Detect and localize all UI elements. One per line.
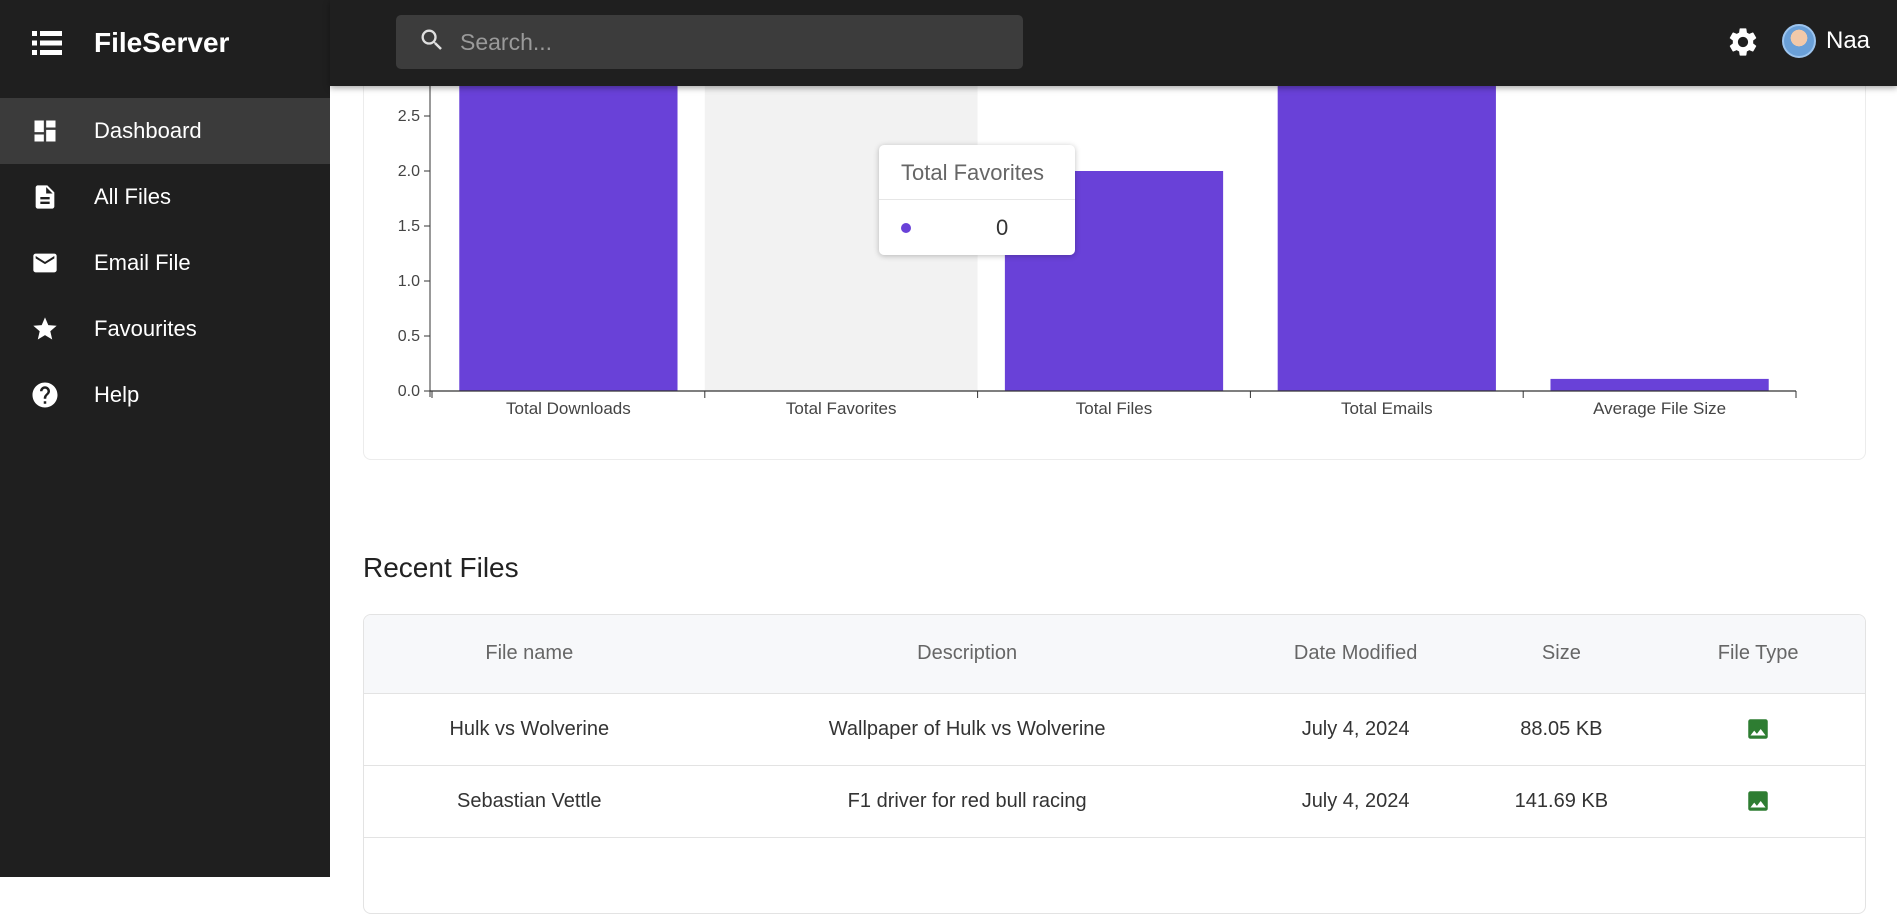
image-icon — [1745, 788, 1771, 814]
bar — [1550, 378, 1769, 391]
settings-gear-icon[interactable] — [1726, 25, 1760, 59]
y-tick-label: 2.5 — [398, 108, 420, 125]
file-icon — [30, 182, 60, 212]
search-icon — [418, 26, 446, 59]
tooltip-title: Total Favorites — [879, 145, 1075, 200]
bar — [459, 86, 678, 391]
x-tick-label: Total Downloads — [506, 399, 631, 418]
column-header-file-name[interactable]: File name — [364, 615, 695, 693]
brand: FileServer — [0, 0, 330, 86]
series-dot — [901, 222, 911, 233]
sidebar-item-email-file[interactable]: Email File — [0, 230, 330, 296]
sidebar-item-all-files[interactable]: All Files — [0, 164, 330, 230]
size-cell: 88.05 KB — [1520, 717, 1603, 740]
user-menu[interactable]: Naa — [1782, 24, 1870, 58]
file-name-cell: Hulk vs Wolverine — [449, 717, 610, 740]
star-icon — [30, 314, 60, 344]
mail-icon — [30, 248, 60, 278]
y-tick-label: 1.0 — [398, 273, 420, 290]
file-name-cell: Sebastian Vettle — [457, 789, 602, 812]
help-icon — [30, 380, 60, 410]
x-tick-label: Total Emails — [1341, 399, 1433, 418]
column-header-description[interactable]: Description — [695, 615, 1240, 693]
user-name: Naa — [1826, 27, 1871, 54]
sidebar-item-help[interactable]: Help — [0, 362, 330, 428]
bar — [1277, 86, 1496, 391]
column-header-file-type[interactable]: File Type — [1651, 615, 1865, 693]
y-tick-label: 0.5 — [398, 328, 420, 345]
column-header-size[interactable]: Size — [1471, 615, 1651, 693]
y-tick-label: 1.5 — [398, 218, 420, 235]
chart-tooltip: Total Favorites 0 — [879, 145, 1075, 255]
table-row[interactable]: Hulk vs Wolverine Wallpaper of Hulk vs W… — [364, 693, 1865, 765]
sidebar-item-label: Help — [94, 382, 140, 407]
description-cell: F1 driver for red bull racing — [847, 789, 1087, 812]
sidebar-item-dashboard[interactable]: Dashboard — [0, 98, 330, 164]
date-cell: July 4, 2024 — [1301, 789, 1410, 812]
recent-files-table: File name Description Date Modified Size… — [363, 614, 1866, 914]
sidebar-item-label: Email File — [94, 250, 191, 275]
app-title: FileServer — [94, 27, 230, 58]
file-type-cell — [1651, 765, 1865, 837]
y-tick-label: 2.0 — [398, 163, 420, 180]
recent-files-title: Recent Files — [363, 552, 519, 583]
x-tick-label: Total Files — [1076, 399, 1153, 418]
topbar: Naa — [330, 0, 1897, 86]
tooltip-row: 0 — [879, 200, 1075, 255]
y-tick-label: 0.0 — [398, 383, 420, 400]
sidebar-nav: Dashboard All Files Email File Favourite… — [0, 98, 330, 428]
table-header: File name Description Date Modified Size… — [364, 615, 1865, 693]
search-box[interactable] — [396, 15, 1023, 69]
description-cell: Wallpaper of Hulk vs Wolverine — [828, 717, 1106, 740]
sidebar-item-favourites[interactable]: Favourites — [0, 296, 330, 362]
column-header-date-modified[interactable]: Date Modified — [1240, 615, 1472, 693]
table-row[interactable]: Sebastian Vettle F1 driver for red bull … — [364, 765, 1865, 837]
sidebar: FileServer Dashboard All Files Email Fil… — [0, 0, 330, 877]
bar-chart: 0.0 0.5 1.0 1.5 2.0 2.5 Total Downloads Total F… — [398, 86, 1797, 418]
image-icon — [1745, 716, 1771, 742]
x-tick-label: Total Favorites — [786, 399, 897, 418]
menu-icon[interactable] — [30, 26, 64, 60]
avatar — [1782, 24, 1816, 58]
file-type-cell — [1651, 693, 1865, 765]
sidebar-item-label: All Files — [94, 184, 172, 209]
x-tick-label: Average File Size — [1593, 399, 1726, 418]
date-cell: July 4, 2024 — [1301, 717, 1410, 740]
sidebar-item-label: Favourites — [94, 316, 197, 341]
size-cell: 141.69 KB — [1514, 789, 1609, 812]
dashboard-icon — [30, 116, 60, 146]
sidebar-item-label: Dashboard — [94, 118, 202, 143]
tooltip-value: 0 — [996, 214, 1009, 240]
search-input[interactable] — [460, 28, 1000, 56]
table-row[interactable] — [364, 837, 1865, 909]
